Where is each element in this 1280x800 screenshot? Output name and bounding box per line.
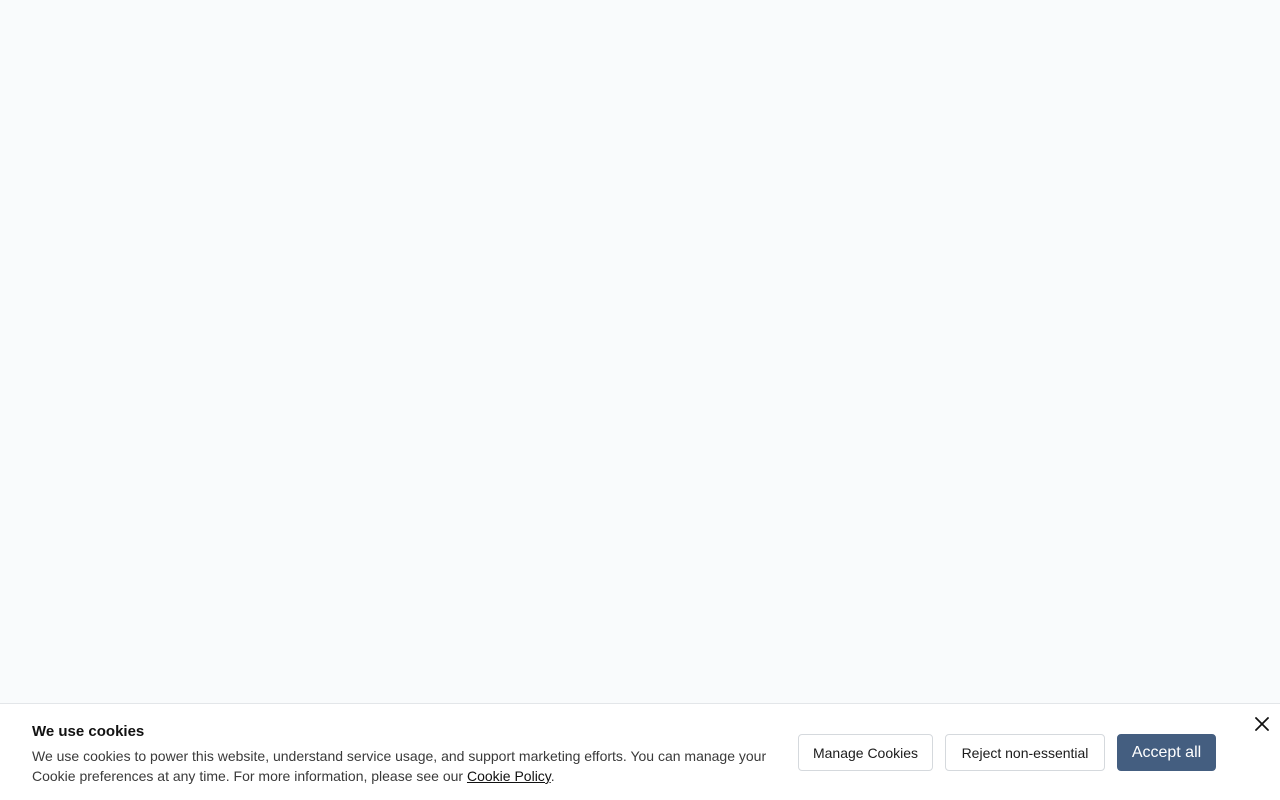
close-banner-button[interactable] (1252, 714, 1272, 734)
close-icon (1255, 717, 1269, 731)
cookie-banner-title: We use cookies (32, 723, 145, 740)
reject-non-essential-button[interactable]: Reject non-essential (945, 734, 1105, 771)
main-content-area (0, 0, 1280, 703)
accept-all-button[interactable]: Accept all (1117, 734, 1216, 771)
cookie-banner-body-suffix: . (550, 768, 555, 784)
cookie-policy-link[interactable]: Cookie Policy (467, 768, 551, 784)
cookie-text-block: We use cookies We use cookies to power t… (32, 722, 782, 786)
cookie-banner-description: We use cookies to power this website, un… (32, 746, 782, 786)
cookie-banner-body-text: We use cookies to power this website, un… (32, 748, 767, 784)
page: We use cookies We use cookies to power t… (0, 0, 1280, 800)
cookie-banner: We use cookies We use cookies to power t… (0, 703, 1280, 800)
manage-cookies-button[interactable]: Manage Cookies (798, 734, 933, 771)
